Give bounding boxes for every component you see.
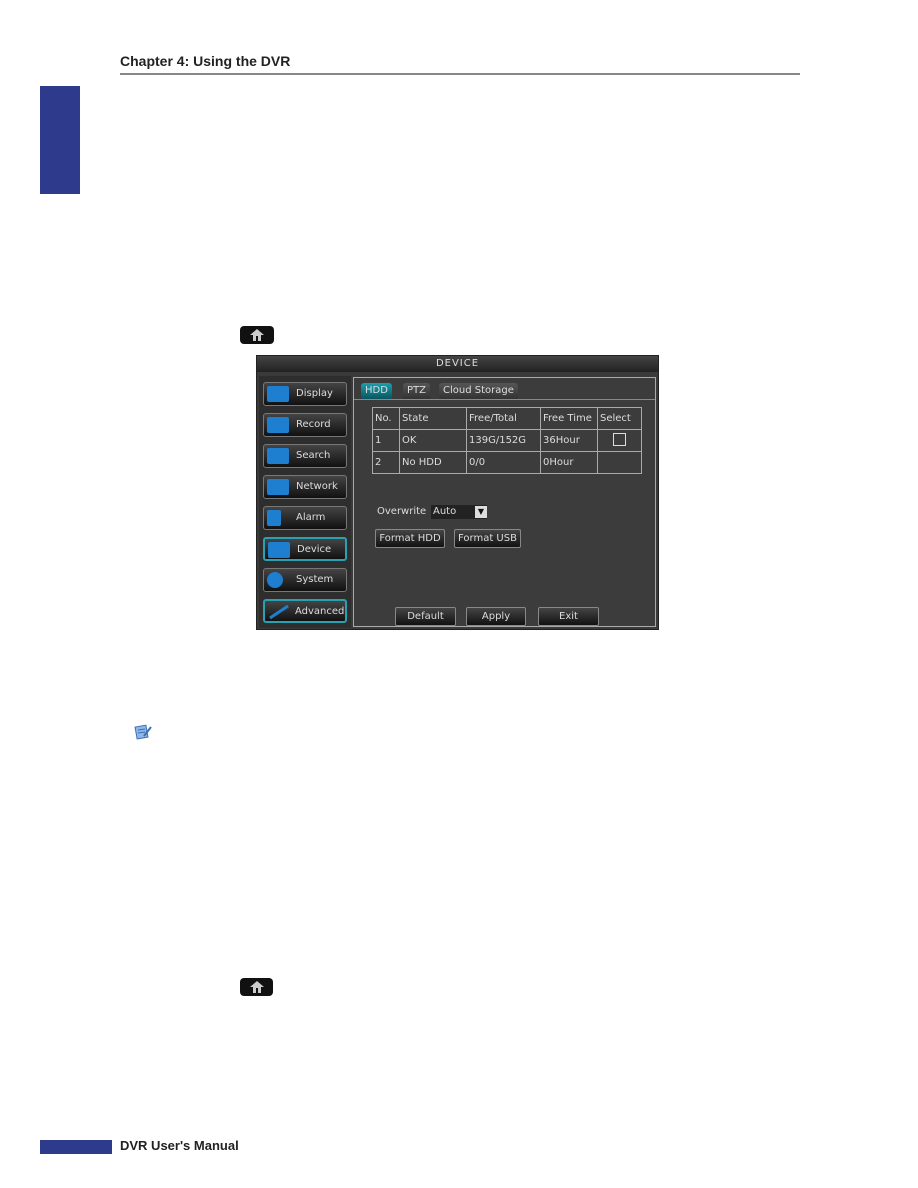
tab-hdd[interactable]: HDD [361, 383, 392, 399]
table-row: 1 OK 139G/152G 36Hour [372, 429, 642, 452]
sidebar-item-alarm[interactable]: Alarm [263, 506, 347, 530]
note-icon [134, 724, 152, 740]
sidebar-item-system[interactable]: System [263, 568, 347, 592]
record-icon [267, 417, 289, 433]
default-button[interactable]: Default [395, 607, 456, 626]
network-icon [267, 479, 289, 495]
sidebar-item-search[interactable]: Search [263, 444, 347, 468]
dvr-content-panel: HDD PTZ Cloud Storage No. State Free/Tot… [353, 377, 656, 627]
select-checkbox[interactable] [613, 432, 626, 446]
tab-cloud-storage[interactable]: Cloud Storage [439, 383, 518, 399]
home-icon [240, 978, 273, 996]
monitor-icon [267, 386, 289, 402]
alarm-icon [267, 510, 281, 526]
hdd-table: No. State Free/Total Free Time Select 1 … [372, 407, 642, 474]
tab-divider [354, 399, 655, 400]
format-usb-button[interactable]: Format USB [454, 529, 521, 548]
wrench-icon [268, 604, 290, 620]
exit-button[interactable]: Exit [538, 607, 599, 626]
chevron-down-icon: ▼ [475, 506, 487, 518]
chapter-side-tab [40, 86, 80, 194]
device-icon [268, 542, 290, 558]
overwrite-select[interactable]: Auto ▼ [431, 505, 487, 519]
footer-title: DVR User's Manual [120, 1138, 239, 1153]
dvr-sidebar: Display Record Search Network Alarm Devi… [259, 376, 351, 628]
sidebar-item-display[interactable]: Display [263, 382, 347, 406]
sidebar-item-record[interactable]: Record [263, 413, 347, 437]
search-icon [267, 448, 289, 464]
header-rule [120, 73, 800, 75]
table-header-row: No. State Free/Total Free Time Select [372, 407, 642, 430]
sidebar-item-device[interactable]: Device [263, 537, 347, 561]
tab-ptz[interactable]: PTZ [403, 383, 430, 399]
table-row: 2 No HDD 0/0 0Hour [372, 451, 642, 474]
home-icon [240, 326, 274, 344]
overwrite-label: Overwrite [377, 506, 427, 517]
chapter-title: Chapter 4: Using the DVR [120, 53, 291, 69]
dvr-window-title: DEVICE [257, 356, 658, 372]
sidebar-item-network[interactable]: Network [263, 475, 347, 499]
sidebar-item-advanced[interactable]: Advanced [263, 599, 347, 623]
dvr-device-screenshot: DEVICE Display Record Search Network Ala… [256, 355, 659, 630]
format-hdd-button[interactable]: Format HDD [375, 529, 445, 548]
apply-button[interactable]: Apply [466, 607, 526, 626]
footer-bar [40, 1140, 112, 1154]
manual-page: Chapter 4: Using the DVR DEVICE Display … [0, 0, 918, 1188]
gear-icon [267, 572, 283, 588]
